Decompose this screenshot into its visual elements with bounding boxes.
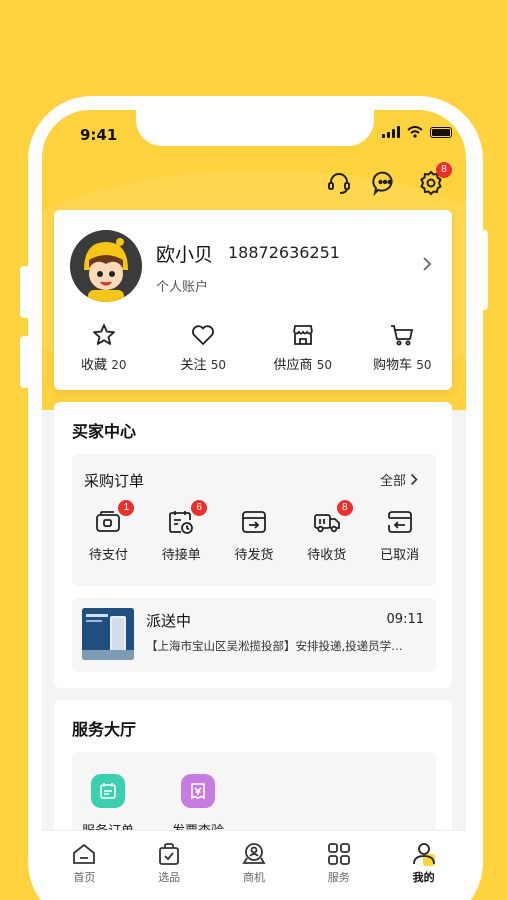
section-title: 服务大厅 [72, 720, 137, 739]
delivery-status: 派送中 [146, 612, 192, 630]
store-icon [292, 325, 313, 345]
settings-badge: 8 [436, 162, 452, 178]
cart-icon [391, 325, 414, 346]
app-screen: 9:41 8 欧小贝 18872636251 个人账户 收藏 20 关注 50 … [42, 110, 466, 900]
order-badge: 8 [336, 500, 353, 516]
stat-label: 收藏 [81, 358, 108, 373]
invoice-icon [181, 774, 215, 808]
tab-label: 首页 [73, 871, 96, 884]
stat-label: 供应商 [273, 358, 313, 373]
delivery-message: 【上海市宝山区吴淞揽投部】安排投递,投递员学… [146, 639, 403, 653]
user-name: 欧小贝 [156, 244, 214, 266]
chat-icon[interactable] [372, 170, 398, 197]
avatar[interactable] [70, 230, 142, 302]
chevron-right-icon [410, 473, 418, 486]
order-label: 待收货 [307, 548, 347, 563]
headset-icon[interactable] [326, 170, 352, 196]
opportunity-icon [242, 843, 266, 864]
account-type: 个人账户 [156, 280, 209, 295]
bag-check-icon [159, 843, 180, 865]
power-button [478, 230, 488, 310]
tab-mine[interactable]: 我的 [381, 831, 466, 900]
order-label: 待发货 [234, 548, 274, 563]
status-time: 9:41 [80, 126, 118, 144]
grid-icon [327, 843, 350, 865]
delivery-card[interactable]: 派送中 09:11 【上海市宝山区吴淞揽投部】安排投递,投递员学… [72, 598, 436, 672]
heart-icon [192, 325, 215, 345]
profile-stats: 收藏 20 关注 50 供应商 50 购物车 50 [54, 322, 452, 373]
purchase-orders: 采购订单 全部 1 待支付 6 待接单 待发货 8 待收货 已取消 [72, 454, 436, 586]
buyer-center: 买家中心 采购订单 全部 1 待支付 6 待接单 待发货 8 待收货 已取消 派… [54, 402, 452, 688]
order-pending-accept[interactable]: 6 待接单 [145, 500, 218, 563]
battery-icon [430, 126, 452, 138]
order-label: 待接单 [161, 548, 201, 563]
stat-favorites[interactable]: 收藏 20 [54, 322, 154, 373]
order-pending-payment[interactable]: 1 待支付 [72, 500, 145, 563]
tab-products[interactable]: 选品 [127, 831, 212, 900]
order-badge: 6 [191, 500, 208, 516]
tab-label: 我的 [412, 871, 435, 884]
volume-button [20, 266, 30, 318]
tab-label: 选品 [158, 871, 181, 884]
order-label: 已取消 [380, 548, 420, 563]
order-cancelled[interactable]: 已取消 [363, 508, 436, 563]
wifi-icon [407, 126, 423, 138]
user-phone: 18872636251 [228, 243, 340, 262]
stat-count: 20 [111, 358, 127, 372]
orders-title: 采购订单 [84, 472, 145, 490]
stat-follows[interactable]: 关注 50 [154, 322, 254, 373]
product-thumbnail [82, 608, 134, 660]
gear-icon[interactable]: 8 [418, 162, 452, 196]
stat-label: 关注 [180, 358, 207, 373]
stat-count: 50 [316, 358, 332, 372]
home-icon [73, 843, 96, 864]
stat-count: 50 [416, 358, 432, 372]
order-pending-shipment[interactable]: 待发货 [218, 508, 291, 563]
section-title: 买家中心 [72, 422, 137, 441]
tab-opportunities[interactable]: 商机 [212, 831, 297, 900]
return-icon [386, 508, 414, 536]
volume-button [20, 336, 30, 388]
status-icons [382, 126, 452, 138]
tab-home[interactable]: 首页 [42, 831, 127, 900]
order-status-row: 1 待支付 6 待接单 待发货 8 待收货 已取消 [72, 500, 436, 563]
order-label: 待支付 [88, 548, 128, 563]
signal-icon [382, 126, 400, 138]
wallet-icon: 1 [94, 500, 135, 536]
truck-icon: 8 [313, 500, 353, 536]
order-badge: 1 [118, 500, 135, 516]
view-all-orders-link[interactable]: 全部 [380, 470, 418, 489]
profile-card: 欧小贝 18872636251 个人账户 收藏 20 关注 50 供应商 50 … [54, 210, 452, 390]
tab-services[interactable]: 服务 [296, 831, 381, 900]
stat-suppliers[interactable]: 供应商 50 [253, 322, 353, 373]
notch [136, 110, 374, 146]
order-pending-receipt[interactable]: 8 待收货 [290, 500, 363, 563]
delivery-time: 09:11 [386, 612, 424, 627]
calendar-clock-icon: 6 [167, 500, 208, 536]
tab-label: 商机 [242, 871, 265, 884]
bottom-tab-bar: 首页 选品 商机 服务 我的 [42, 830, 466, 900]
user-icon [412, 843, 435, 866]
view-all-label: 全部 [379, 474, 406, 489]
stat-cart[interactable]: 购物车 50 [353, 322, 453, 373]
star-icon [92, 324, 115, 345]
tab-label: 服务 [327, 871, 350, 884]
header-actions: 8 [326, 162, 452, 197]
chevron-right-icon[interactable] [422, 256, 432, 272]
stat-label: 购物车 [373, 358, 413, 373]
box-arrow-icon [240, 508, 268, 536]
service-order-icon [91, 774, 125, 808]
stat-count: 50 [210, 358, 226, 372]
